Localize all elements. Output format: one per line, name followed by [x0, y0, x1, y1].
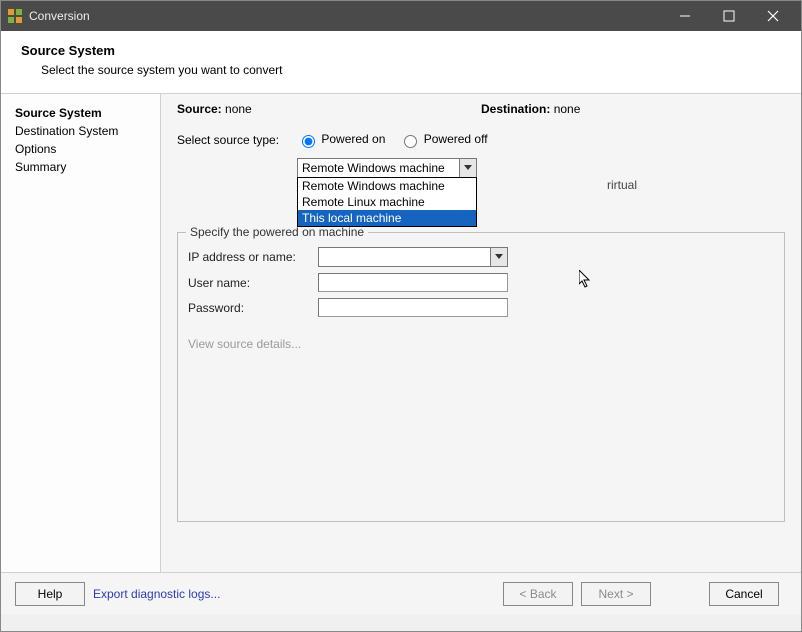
ip-address-combo[interactable]	[318, 247, 508, 267]
dropdown-option-remote-windows[interactable]: Remote Windows machine	[298, 178, 476, 194]
app-icon	[7, 8, 23, 24]
cancel-button[interactable]: Cancel	[709, 582, 779, 606]
username-input[interactable]	[318, 273, 508, 292]
export-diagnostic-logs-link[interactable]: Export diagnostic logs...	[93, 587, 220, 601]
source-type-dropdown[interactable]: Remote Windows machine	[297, 158, 477, 178]
step-destination-system[interactable]: Destination System	[15, 122, 154, 140]
radio-powered-off-label[interactable]: Powered off	[399, 132, 487, 148]
username-label: User name:	[188, 276, 318, 290]
ip-combo-arrow-icon[interactable]	[490, 248, 507, 266]
source-value: none	[225, 102, 252, 116]
help-button[interactable]: Help	[15, 582, 85, 606]
radio-powered-on-label[interactable]: Powered on	[297, 132, 385, 148]
main-area: Source System Destination System Options…	[1, 94, 801, 572]
password-input[interactable]	[318, 298, 508, 317]
wizard-steps-sidebar: Source System Destination System Options…	[1, 94, 161, 572]
dropdown-selected-text: Remote Windows machine	[302, 161, 445, 175]
specify-machine-fieldset: Specify the powered on machine IP addres…	[177, 232, 785, 522]
select-source-type-label: Select source type:	[177, 133, 297, 147]
source-label: Source:	[177, 102, 222, 116]
close-button[interactable]	[751, 1, 795, 31]
radio-powered-on[interactable]	[302, 135, 315, 148]
password-label: Password:	[188, 301, 318, 315]
source-summary: Source: none	[177, 102, 481, 116]
ip-label: IP address or name:	[188, 250, 318, 264]
destination-label: Destination:	[481, 102, 550, 116]
step-options[interactable]: Options	[15, 140, 154, 158]
dropdown-arrow-icon[interactable]	[459, 159, 476, 177]
destination-value: none	[554, 102, 581, 116]
destination-summary: Destination: none	[481, 102, 785, 116]
page-title: Source System	[21, 43, 781, 58]
dropdown-list: Remote Windows machine Remote Linux mach…	[297, 177, 477, 227]
title-bar: Conversion	[1, 1, 801, 31]
minimize-button[interactable]	[663, 1, 707, 31]
page-subtitle: Select the source system you want to con…	[41, 63, 781, 77]
hint-text-fragment: rirtual	[607, 178, 637, 192]
step-source-system[interactable]: Source System	[15, 104, 154, 122]
wizard-header: Source System Select the source system y…	[1, 31, 801, 94]
step-summary[interactable]: Summary	[15, 158, 154, 176]
content-panel: Source: none Destination: none Select so…	[161, 94, 801, 572]
fieldset-legend: Specify the powered on machine	[186, 225, 368, 239]
back-button[interactable]: < Back	[503, 582, 573, 606]
radio-powered-off-text: Powered off	[424, 132, 488, 146]
view-source-details-link: View source details...	[188, 337, 774, 351]
wizard-footer: Help Export diagnostic logs... < Back Ne…	[1, 572, 801, 614]
radio-powered-on-text: Powered on	[321, 132, 385, 146]
radio-powered-off[interactable]	[404, 135, 417, 148]
window-title: Conversion	[29, 9, 663, 23]
maximize-button[interactable]	[707, 1, 751, 31]
dropdown-option-remote-linux[interactable]: Remote Linux machine	[298, 194, 476, 210]
dropdown-option-this-local[interactable]: This local machine	[298, 210, 476, 226]
next-button[interactable]: Next >	[581, 582, 651, 606]
